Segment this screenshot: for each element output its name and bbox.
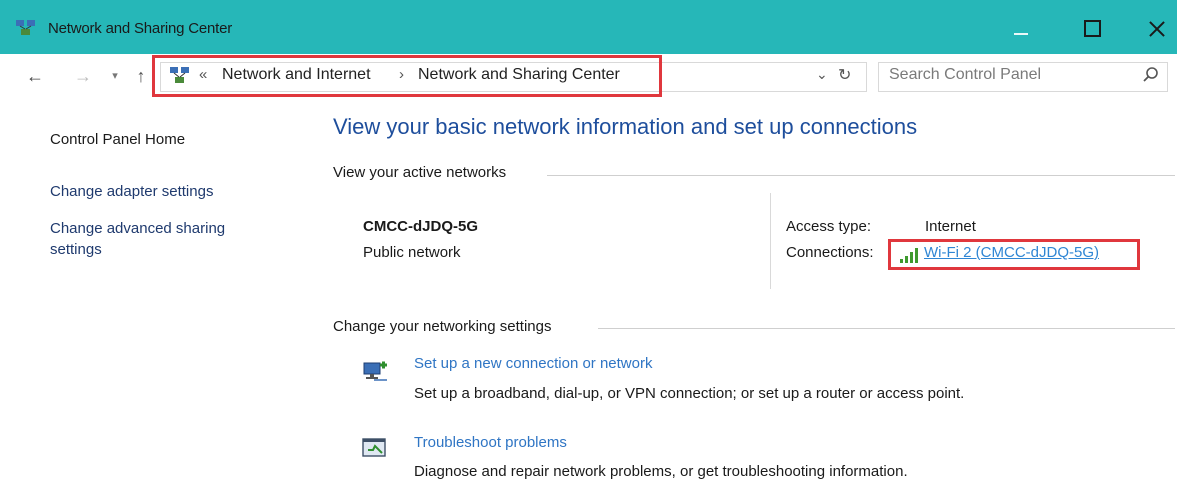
highlight-box-address	[152, 55, 662, 97]
network-category: Public network	[363, 244, 461, 261]
change-adapter-settings-link[interactable]: Change adapter settings	[50, 183, 213, 200]
divider	[598, 328, 1175, 329]
access-type-label: Access type:	[786, 218, 872, 235]
recent-locations-icon[interactable]: ▾	[106, 62, 124, 90]
setup-connection-link[interactable]: Set up a new connection or network	[414, 355, 652, 372]
chevron-down-icon[interactable]: ⌄	[816, 66, 828, 83]
search-icon[interactable]	[1142, 66, 1160, 84]
troubleshoot-link[interactable]: Troubleshoot problems	[414, 434, 567, 451]
page-title: View your basic network information and …	[333, 114, 918, 139]
network-name: CMCC-dJDQ-5G	[363, 218, 478, 235]
refresh-icon[interactable]: ↻	[838, 65, 851, 85]
wifi-signal-icon	[900, 248, 918, 263]
forward-button[interactable]: →	[72, 62, 94, 90]
title-bar: Network and Sharing Center	[0, 0, 1177, 54]
change-advanced-sharing-settings-link[interactable]: Change advanced sharing settings	[50, 218, 280, 260]
connections-label: Connections:	[786, 244, 874, 261]
network-center-icon	[16, 20, 35, 35]
vertical-divider	[770, 193, 771, 289]
minimize-button[interactable]	[1002, 13, 1042, 45]
close-button[interactable]	[1137, 13, 1177, 45]
window-title: Network and Sharing Center	[48, 20, 233, 37]
change-settings-heading: Change your networking settings	[333, 318, 552, 335]
access-type-value: Internet	[925, 218, 976, 235]
divider	[547, 175, 1175, 176]
active-networks-heading: View your active networks	[333, 164, 507, 181]
up-button[interactable]: ↑	[130, 62, 152, 90]
wifi-connection-link[interactable]: Wi-Fi 2 (CMCC-dJDQ-5G)	[924, 244, 1099, 261]
troubleshoot-icon	[362, 438, 386, 457]
back-button[interactable]: ←	[22, 62, 48, 90]
troubleshoot-description: Diagnose and repair network problems, or…	[414, 463, 908, 480]
maximize-button[interactable]	[1072, 13, 1112, 45]
control-panel-home-link[interactable]: Control Panel Home	[50, 131, 185, 148]
new-connection-icon	[363, 361, 387, 381]
setup-connection-description: Set up a broadband, dial-up, or VPN conn…	[414, 385, 965, 402]
search-placeholder[interactable]: Search Control Panel	[889, 66, 1041, 84]
